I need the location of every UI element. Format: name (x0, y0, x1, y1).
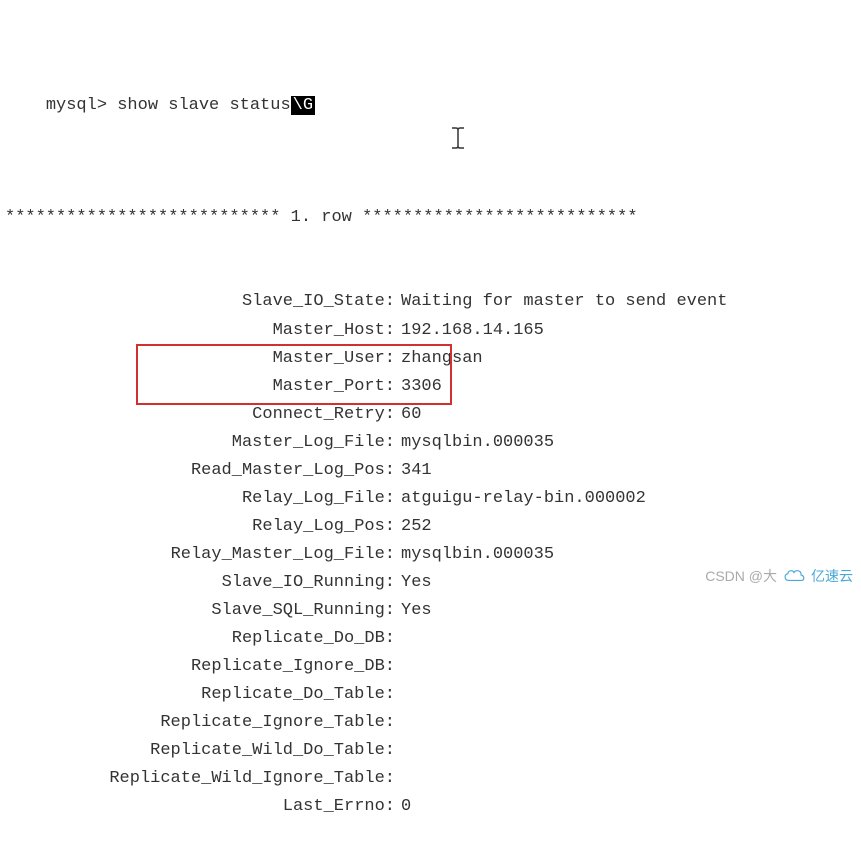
command-line[interactable]: mysql> show slave status\G (5, 64, 856, 148)
status-row: Replicate_Do_DB: (5, 625, 856, 653)
stars-left: *************************** (5, 204, 280, 232)
status-row: Read_Master_Log_Pos:341 (5, 457, 856, 485)
status-value: mysqlbin.000035 (395, 541, 554, 569)
status-key: Slave_SQL_Running: (5, 597, 395, 625)
status-key: Master_Log_File: (5, 429, 395, 457)
status-key: Master_Host: (5, 317, 395, 345)
status-row: Master_Host:192.168.14.165 (5, 317, 856, 345)
yisu-watermark: 亿速云 (811, 565, 853, 588)
status-key: Relay_Log_File: (5, 485, 395, 513)
command-text: show slave status (117, 96, 290, 115)
status-value (395, 653, 401, 681)
status-row: Master_Log_File:mysqlbin.000035 (5, 429, 856, 457)
status-value: 341 (395, 457, 432, 485)
status-key: Replicate_Ignore_DB: (5, 653, 395, 681)
status-value: 60 (395, 401, 421, 429)
status-row: Master_Port:3306 (5, 373, 856, 401)
status-key: Relay_Master_Log_File: (5, 541, 395, 569)
status-value (395, 765, 401, 793)
status-value: mysqlbin.000035 (395, 429, 554, 457)
status-value: 192.168.14.165 (395, 317, 544, 345)
status-row: Slave_IO_State:Waiting for master to sen… (5, 288, 856, 316)
status-value: zhangsan (395, 345, 483, 373)
status-key: Master_Port: (5, 373, 395, 401)
status-value: Yes (395, 569, 432, 597)
status-value (395, 709, 401, 737)
status-key: Replicate_Wild_Ignore_Table: (5, 765, 395, 793)
status-value: 252 (395, 513, 432, 541)
status-key: Read_Master_Log_Pos: (5, 457, 395, 485)
csdn-watermark: CSDN @大 (705, 565, 777, 588)
status-key: Slave_IO_Running: (5, 569, 395, 597)
status-row: Replicate_Wild_Ignore_Table: (5, 765, 856, 793)
status-key: Replicate_Wild_Do_Table: (5, 737, 395, 765)
status-key: Replicate_Ignore_Table: (5, 709, 395, 737)
status-row: Master_User:zhangsan (5, 345, 856, 373)
status-row: Replicate_Ignore_DB: (5, 653, 856, 681)
command-suffix: \G (291, 96, 315, 115)
status-row: Slave_SQL_Running:Yes (5, 597, 856, 625)
stars-right: *************************** (362, 204, 637, 232)
status-key: Slave_IO_State: (5, 288, 395, 316)
row-number: 1. row (280, 204, 362, 232)
status-value: Yes (395, 597, 432, 625)
status-list: Slave_IO_State:Waiting for master to sen… (5, 288, 856, 821)
status-row: Relay_Log_Pos:252 (5, 513, 856, 541)
status-key: Last_Errno: (5, 793, 395, 821)
status-row: Relay_Log_File:atguigu-relay-bin.000002 (5, 485, 856, 513)
status-row: Connect_Retry:60 (5, 401, 856, 429)
status-row: Replicate_Do_Table: (5, 681, 856, 709)
status-key: Replicate_Do_DB: (5, 625, 395, 653)
status-key: Connect_Retry: (5, 401, 395, 429)
terminal-output: mysql> show slave status\G *************… (5, 8, 856, 849)
prompt: mysql> (46, 96, 107, 115)
status-value: 3306 (395, 373, 442, 401)
status-value: atguigu-relay-bin.000002 (395, 485, 646, 513)
status-row: Replicate_Wild_Do_Table: (5, 737, 856, 765)
status-row: Replicate_Ignore_Table: (5, 709, 856, 737)
status-key: Relay_Log_Pos: (5, 513, 395, 541)
status-row: Last_Errno:0 (5, 793, 856, 821)
status-key: Master_User: (5, 345, 395, 373)
status-value: Waiting for master to send event (395, 288, 727, 316)
status-value (395, 681, 401, 709)
row-separator: *************************** 1. row *****… (5, 204, 856, 232)
status-key: Replicate_Do_Table: (5, 681, 395, 709)
cloud-icon (783, 568, 805, 584)
status-value (395, 737, 401, 765)
status-value (395, 625, 401, 653)
status-value: 0 (395, 793, 411, 821)
watermark: CSDN @大 亿速云 (705, 565, 853, 588)
